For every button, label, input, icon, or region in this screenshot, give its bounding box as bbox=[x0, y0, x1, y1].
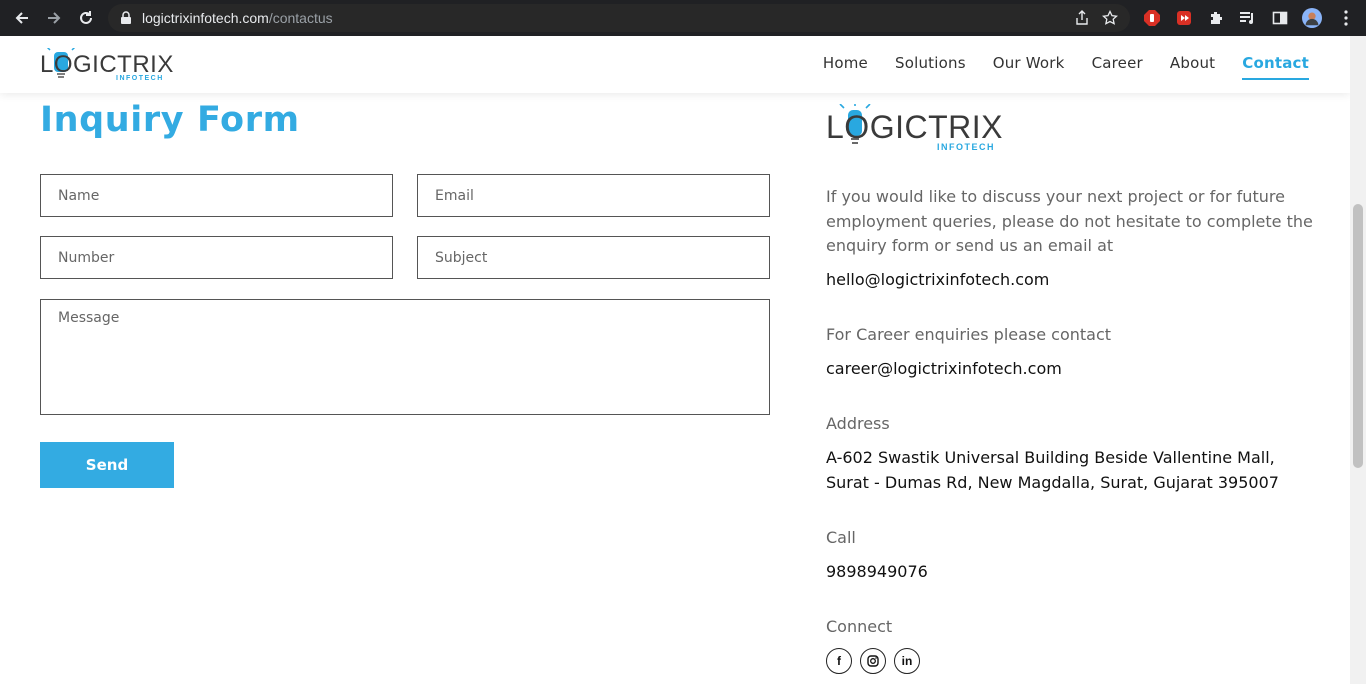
facebook-icon: f bbox=[837, 654, 841, 668]
nav-about[interactable]: About bbox=[1170, 54, 1215, 80]
email-placeholder: Email bbox=[435, 187, 474, 204]
site-logo[interactable]: LOGICTRIX INFOTECH bbox=[40, 48, 173, 82]
info-logo-wordmark: LOGICTRIX bbox=[826, 109, 1003, 145]
phone-link[interactable]: 9898949076 bbox=[826, 559, 1326, 584]
browser-toolbar: logictrixinfotech.com/contactus bbox=[0, 0, 1366, 36]
nav-solutions[interactable]: Solutions bbox=[895, 54, 966, 80]
contact-intro: If you would like to discuss your next p… bbox=[826, 187, 1313, 255]
nav-contact[interactable]: Contact bbox=[1242, 54, 1309, 80]
site-header: LOGICTRIX INFOTECH Home Solutions Our Wo… bbox=[0, 36, 1350, 93]
page: LOGICTRIX INFOTECH Home Solutions Our Wo… bbox=[0, 36, 1350, 684]
address-text: A-602 Swastik Universal Building Beside … bbox=[826, 448, 1279, 492]
extension-adblock-icon[interactable] bbox=[1142, 8, 1162, 28]
subject-field[interactable]: Subject bbox=[417, 236, 770, 279]
number-field[interactable]: Number bbox=[40, 236, 393, 279]
url-text: logictrixinfotech.com/contactus bbox=[142, 10, 333, 26]
address-label: Address bbox=[826, 414, 890, 433]
email-field[interactable]: Email bbox=[417, 174, 770, 217]
lock-icon bbox=[120, 11, 132, 30]
reload-icon[interactable] bbox=[74, 6, 98, 30]
share-icon[interactable] bbox=[1074, 10, 1090, 26]
subject-placeholder: Subject bbox=[435, 249, 488, 266]
connect-label: Connect bbox=[826, 617, 893, 636]
kebab-menu-icon[interactable] bbox=[1336, 8, 1356, 28]
linkedin-link[interactable]: in bbox=[894, 648, 920, 674]
send-button[interactable]: Send bbox=[40, 442, 174, 488]
name-placeholder: Name bbox=[58, 187, 100, 204]
facebook-link[interactable]: f bbox=[826, 648, 852, 674]
form-title: Inquiry Form bbox=[40, 100, 300, 140]
main-nav: Home Solutions Our Work Career About Con… bbox=[796, 54, 1309, 80]
nav-home[interactable]: Home bbox=[823, 54, 868, 80]
extensions-puzzle-icon[interactable] bbox=[1206, 8, 1226, 28]
career-label: For Career enquiries please contact bbox=[826, 325, 1112, 344]
side-panel-icon[interactable] bbox=[1270, 8, 1290, 28]
bookmark-star-icon[interactable] bbox=[1101, 9, 1119, 26]
linkedin-icon: in bbox=[901, 654, 913, 668]
page-scrollbar[interactable] bbox=[1350, 36, 1366, 684]
message-placeholder: Message bbox=[58, 310, 120, 326]
instagram-icon bbox=[867, 655, 879, 667]
forward-icon[interactable] bbox=[42, 6, 66, 30]
message-field[interactable]: Message bbox=[40, 299, 770, 415]
instagram-link[interactable] bbox=[860, 648, 886, 674]
logo-subtitle: INFOTECH bbox=[116, 75, 164, 82]
extension-media-icon[interactable] bbox=[1174, 8, 1194, 28]
name-field[interactable]: Name bbox=[40, 174, 393, 217]
profile-avatar-icon[interactable] bbox=[1302, 8, 1322, 28]
call-label: Call bbox=[826, 528, 856, 547]
number-placeholder: Number bbox=[58, 249, 115, 266]
media-playlist-icon[interactable] bbox=[1238, 8, 1258, 28]
nav-career[interactable]: Career bbox=[1092, 54, 1143, 80]
career-email-link[interactable]: career@logictrixinfotech.com bbox=[826, 356, 1326, 381]
address-bar[interactable]: logictrixinfotech.com/contactus bbox=[108, 4, 1130, 32]
back-icon[interactable] bbox=[10, 6, 34, 30]
nav-our-work[interactable]: Our Work bbox=[993, 54, 1065, 80]
info-logo: LOGICTRIX INFOTECH bbox=[826, 104, 1003, 152]
scrollbar-thumb[interactable] bbox=[1353, 204, 1363, 468]
hello-email-link[interactable]: hello@logictrixinfotech.com bbox=[826, 267, 1326, 292]
info-logo-subtitle: INFOTECH bbox=[937, 142, 995, 152]
